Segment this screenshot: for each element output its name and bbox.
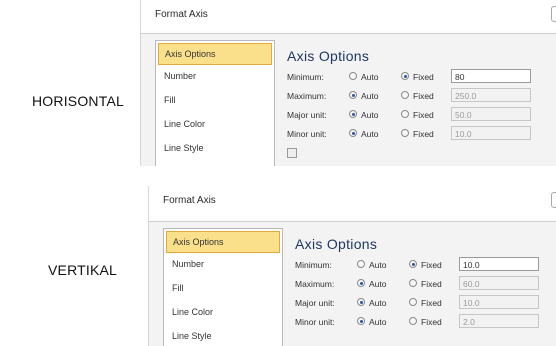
row-label: Minimum:	[287, 72, 324, 82]
category-axis-options[interactable]: Axis Options	[158, 43, 272, 65]
auto-label: Auto	[361, 110, 379, 120]
format-axis-dialog-vertical: Format Axis Axis Options Number Fill Lin…	[148, 186, 556, 346]
cut-off-row	[287, 144, 556, 163]
minimum-input[interactable]: 10.0	[459, 257, 539, 271]
fixed-label: Fixed	[421, 317, 442, 327]
category-fill[interactable]: Fill	[164, 277, 282, 301]
fixed-radio[interactable]	[409, 317, 417, 325]
axis-options-panel: Axis Options Minimum: Auto Fixed 10.0 Ma…	[295, 236, 556, 346]
row-label: Major unit:	[295, 298, 335, 308]
category-number[interactable]: Number	[164, 253, 282, 277]
dialog-body: Axis Options Number Fill Line Color Line…	[149, 221, 556, 346]
auto-label: Auto	[369, 260, 387, 270]
fixed-label: Fixed	[413, 91, 434, 101]
auto-radio[interactable]	[349, 110, 357, 118]
close-icon[interactable]	[551, 192, 556, 208]
major-unit-row: Major unit: Auto Fixed 50.0	[287, 106, 556, 125]
fixed-label: Fixed	[413, 110, 434, 120]
fixed-label: Fixed	[421, 298, 442, 308]
minor-unit-input[interactable]: 2.0	[459, 314, 539, 328]
vertical-label: VERTIKAL	[48, 262, 118, 278]
checkbox[interactable]	[287, 148, 297, 158]
axis-options-panel: Axis Options Minimum: Auto Fixed 80 Maxi…	[287, 48, 556, 166]
auto-label: Auto	[369, 317, 387, 327]
dialog-title: Format Axis	[163, 195, 216, 206]
auto-label: Auto	[369, 279, 387, 289]
maximum-input[interactable]: 250.0	[451, 88, 531, 102]
minor-unit-input[interactable]: 10.0	[451, 126, 531, 140]
maximum-row: Maximum: Auto Fixed 60.0	[295, 275, 556, 294]
category-list: Axis Options Number Fill Line Color Line…	[155, 40, 275, 166]
major-unit-input[interactable]: 50.0	[451, 107, 531, 121]
fixed-label: Fixed	[413, 72, 434, 82]
auto-radio[interactable]	[357, 279, 365, 287]
category-fill[interactable]: Fill	[156, 89, 274, 113]
close-icon[interactable]	[551, 6, 556, 22]
dialog-titlebar: Format Axis	[149, 186, 556, 216]
fixed-label: Fixed	[421, 260, 442, 270]
major-unit-row: Major unit: Auto Fixed 10.0	[295, 294, 556, 313]
auto-label: Auto	[361, 129, 379, 139]
fixed-label: Fixed	[413, 129, 434, 139]
auto-label: Auto	[361, 91, 379, 101]
dialog-titlebar: Format Axis	[141, 0, 556, 30]
minimum-row: Minimum: Auto Fixed 80	[287, 68, 556, 87]
auto-radio[interactable]	[357, 298, 365, 306]
auto-radio[interactable]	[349, 129, 357, 137]
fixed-radio[interactable]	[401, 129, 409, 137]
dialog-title: Format Axis	[155, 9, 208, 20]
minimum-input[interactable]: 80	[451, 69, 531, 83]
category-line-style[interactable]: Line Style	[156, 137, 274, 161]
format-axis-dialog-horizontal: Format Axis Axis Options Number Fill Lin…	[140, 0, 556, 166]
category-number[interactable]: Number	[156, 65, 274, 89]
horizontal-label: HORISONTAL	[32, 93, 124, 109]
maximum-input[interactable]: 60.0	[459, 276, 539, 290]
category-line-style[interactable]: Line Style	[164, 325, 282, 346]
fixed-radio[interactable]	[401, 72, 409, 80]
auto-radio[interactable]	[357, 260, 365, 268]
dialog-body: Axis Options Number Fill Line Color Line…	[141, 33, 556, 166]
row-label: Minimum:	[295, 260, 332, 270]
major-unit-input[interactable]: 10.0	[459, 295, 539, 309]
panel-title: Axis Options	[287, 48, 370, 64]
category-line-color[interactable]: Line Color	[156, 113, 274, 137]
maximum-row: Maximum: Auto Fixed 250.0	[287, 87, 556, 106]
fixed-radio[interactable]	[409, 279, 417, 287]
row-label: Major unit:	[287, 110, 327, 120]
minor-unit-row: Minor unit: Auto Fixed 2.0	[295, 313, 556, 332]
category-axis-options[interactable]: Axis Options	[166, 231, 280, 253]
auto-label: Auto	[369, 298, 387, 308]
row-label: Minor unit:	[295, 317, 335, 327]
row-label: Minor unit:	[287, 129, 327, 139]
auto-radio[interactable]	[349, 72, 357, 80]
auto-label: Auto	[361, 72, 379, 82]
fixed-radio[interactable]	[401, 110, 409, 118]
row-label: Maximum:	[295, 279, 335, 289]
auto-radio[interactable]	[349, 91, 357, 99]
auto-radio[interactable]	[357, 317, 365, 325]
minimum-row: Minimum: Auto Fixed 10.0	[295, 256, 556, 275]
fixed-label: Fixed	[421, 279, 442, 289]
row-label: Maximum:	[287, 91, 327, 101]
fixed-radio[interactable]	[409, 298, 417, 306]
minor-unit-row: Minor unit: Auto Fixed 10.0	[287, 125, 556, 144]
category-list: Axis Options Number Fill Line Color Line…	[163, 228, 283, 346]
category-line-color[interactable]: Line Color	[164, 301, 282, 325]
fixed-radio[interactable]	[401, 91, 409, 99]
fixed-radio[interactable]	[409, 260, 417, 268]
panel-title: Axis Options	[295, 236, 378, 252]
